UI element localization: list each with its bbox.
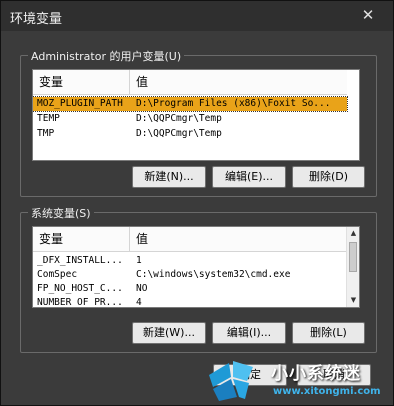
- variable-name: FP_NO_HOST_C...: [37, 283, 123, 294]
- scroll-up-icon[interactable]: ▲: [347, 227, 359, 240]
- variable-value: 1: [136, 255, 142, 266]
- system-variable-row[interactable]: NUMBER_OF_PR... 4: [33, 296, 347, 308]
- variable-value: D:\QQPCmgr\Temp: [136, 128, 222, 139]
- user-variable-row[interactable]: TMP D:\QQPCmgr\Temp: [33, 127, 347, 141]
- scroll-down-icon[interactable]: ▼: [347, 294, 359, 307]
- user-delete-button[interactable]: 删除(D): [292, 166, 365, 188]
- system-edit-button[interactable]: 编辑(I)...: [212, 322, 286, 344]
- variable-value: C:\windows\system32\cmd.exe: [136, 269, 291, 280]
- variable-value: D:\Program Files (x86)\Foxit So...: [136, 98, 331, 109]
- user-variables-legend: Administrator 的用户变量(U): [28, 48, 185, 64]
- variable-name: ComSpec: [37, 269, 78, 280]
- variable-name: TMP: [37, 128, 55, 139]
- column-header-variable[interactable]: 变量: [33, 227, 130, 252]
- environment-variables-dialog: 环境变量 ✕ Administrator 的用户变量(U) 变量 值 MOZ_P…: [0, 0, 394, 406]
- system-variables-header: 变量 值: [33, 227, 347, 252]
- variable-name: NUMBER_OF_PR...: [37, 297, 123, 308]
- system-variable-row[interactable]: ComSpec C:\windows\system32\cmd.exe: [33, 268, 347, 282]
- system-variable-row[interactable]: FP_NO_HOST_C... NO: [33, 282, 347, 296]
- column-header-value[interactable]: 值: [130, 70, 347, 95]
- system-variables-list[interactable]: 变量 值 _DFX_INSTALL... 1 ComSpec C:\window…: [32, 226, 360, 308]
- column-header-variable[interactable]: 变量: [33, 70, 130, 95]
- watermark-logo-icon: [209, 361, 253, 401]
- user-new-button[interactable]: 新建(N)...: [132, 166, 206, 188]
- variable-value: 4: [136, 297, 142, 308]
- user-variables-header: 变量 值: [33, 70, 347, 95]
- system-variables-group: 系统变量(S) 变量 值 _DFX_INSTALL... 1 ComSpec C…: [20, 205, 377, 353]
- variable-value: D:\QQPCmgr\Temp: [136, 113, 222, 124]
- variable-name: MOZ_PLUGIN_PATH: [37, 98, 123, 109]
- system-variable-row[interactable]: _DFX_INSTALL... 1: [33, 254, 347, 268]
- scrollbar-thumb[interactable]: [349, 242, 357, 272]
- variable-name: _DFX_INSTALL...: [37, 255, 123, 266]
- user-variables-group: Administrator 的用户变量(U) 变量 值 MOZ_PLUGIN_P…: [20, 48, 377, 197]
- system-variables-legend: 系统变量(S): [28, 205, 94, 221]
- system-delete-button[interactable]: 删除(L): [292, 322, 365, 344]
- watermark-title: 小小系统迷: [271, 364, 361, 384]
- watermark-url: www.xitongmi.com: [273, 386, 381, 397]
- system-variables-scrollbar[interactable]: ▲ ▼: [346, 227, 359, 307]
- user-variable-row[interactable]: MOZ_PLUGIN_PATH D:\Program Files (x86)\F…: [33, 96, 348, 112]
- title-bar: 环境变量 ✕: [1, 1, 393, 31]
- user-variables-list[interactable]: 变量 值 MOZ_PLUGIN_PATH D:\Program Files (x…: [32, 69, 360, 161]
- column-header-value[interactable]: 值: [130, 227, 347, 252]
- variable-value: NO: [136, 283, 148, 294]
- user-variable-row[interactable]: TEMP D:\QQPCmgr\Temp: [33, 112, 347, 126]
- close-icon[interactable]: ✕: [359, 6, 377, 24]
- system-new-button[interactable]: 新建(W)...: [132, 322, 206, 344]
- user-edit-button[interactable]: 编辑(E)...: [212, 166, 286, 188]
- site-watermark: 小小系统迷 www.xitongmi.com: [201, 353, 394, 406]
- variable-name: TEMP: [37, 113, 60, 124]
- window-title: 环境变量: [10, 12, 63, 27]
